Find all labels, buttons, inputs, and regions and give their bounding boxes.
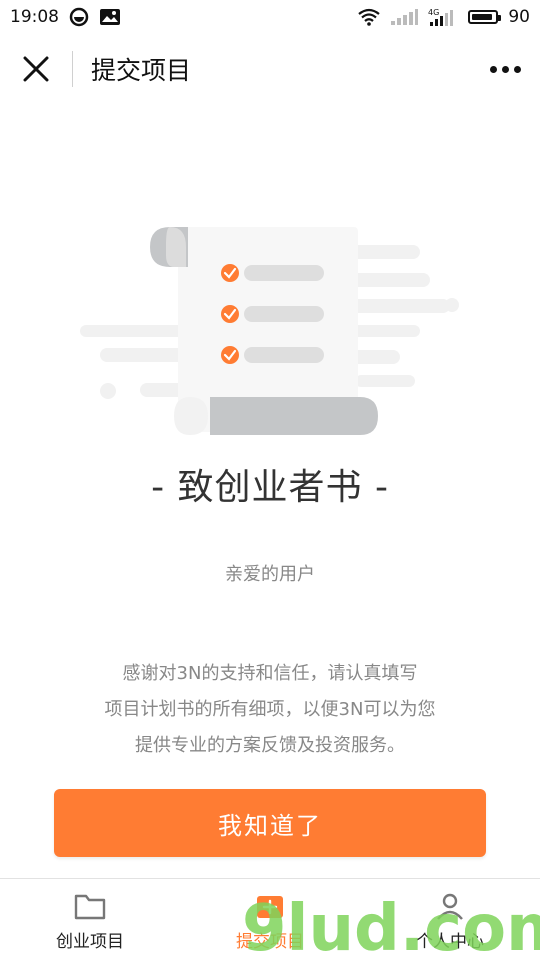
image-notification-icon [99, 8, 121, 26]
tab-label: 提交项目 [236, 932, 304, 952]
letter-heading: - 致创业者书 - [151, 467, 389, 508]
checklist-scroll-illustration [80, 227, 459, 435]
status-time: 19:08 [10, 7, 59, 27]
battery-icon [468, 10, 502, 24]
status-bar: 19:08 4G 90 [0, 0, 540, 34]
tab-label: 个人中心 [416, 932, 484, 952]
tab-startup-projects[interactable]: 创业项目 [0, 879, 180, 960]
letter-body-line: 提供专业的方案反馈及投资服务。 [135, 735, 405, 756]
tab-personal-center[interactable]: 个人中心 [360, 879, 540, 960]
tab-label: 创业项目 [56, 932, 124, 952]
greeting-text: 亲爱的用户 [225, 564, 315, 585]
person-icon [437, 893, 463, 920]
more-dot-icon [489, 65, 497, 73]
submit-icon [257, 896, 283, 918]
tab-submit-project[interactable]: 提交项目 [180, 879, 360, 960]
signal-weak-icon [390, 8, 419, 26]
nav-bar: 提交项目 [0, 34, 540, 104]
wifi-icon [358, 8, 381, 26]
battery-level: 90 [508, 7, 530, 27]
letter-body-line: 感谢对3N的支持和信任，请认真填写 [122, 663, 418, 684]
letter-body: 感谢对3N的支持和信任，请认真填写 项目计划书的所有细项，以便3N可以为您 提供… [60, 656, 480, 764]
close-button[interactable] [0, 34, 72, 104]
close-icon [23, 56, 49, 82]
more-dot-icon [513, 65, 521, 73]
page-title: 提交项目 [91, 56, 192, 85]
bottom-tab-bar: 创业项目 提交项目 个人中心 [0, 878, 540, 960]
more-dot-icon [501, 65, 509, 73]
letter-body-line: 项目计划书的所有细项，以便3N可以为您 [104, 699, 436, 720]
sync-icon [69, 7, 89, 27]
nav-divider [72, 51, 73, 87]
svg-text:4G: 4G [428, 8, 439, 17]
confirm-button[interactable]: 我知道了 [54, 789, 486, 857]
more-button[interactable] [470, 34, 540, 104]
folder-icon [74, 894, 106, 920]
signal-4g-icon: 4G [428, 7, 458, 27]
